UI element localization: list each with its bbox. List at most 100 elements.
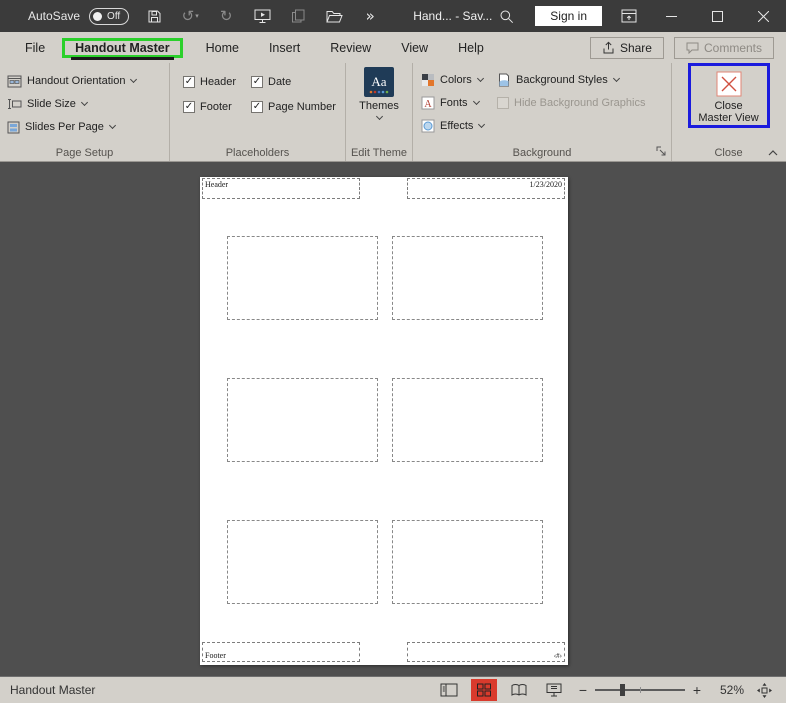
tab-help[interactable]: Help — [443, 36, 499, 60]
normal-view-icon — [440, 683, 458, 697]
save-icon[interactable] — [143, 4, 165, 28]
colors-button[interactable]: Colors — [421, 69, 484, 91]
tab-view[interactable]: View — [386, 36, 443, 60]
slide-size-icon — [7, 98, 22, 110]
zoom-slider[interactable] — [595, 683, 685, 697]
zoom-level[interactable]: 52% — [710, 683, 744, 697]
tab-handout-master[interactable]: Handout Master — [65, 38, 179, 60]
group-label-page-setup: Page Setup — [55, 147, 114, 159]
group-placeholders: ✓ Header ✓ Date ✓ Footer ✓ Page Number P… — [170, 63, 346, 161]
undo-icon[interactable]: ↺ ▾ — [179, 4, 201, 28]
sign-in-button[interactable]: Sign in — [535, 6, 602, 26]
open-folder-icon[interactable] — [323, 4, 345, 28]
share-icon — [602, 41, 615, 54]
search-icon[interactable] — [495, 4, 517, 28]
themes-icon: Aa — [364, 67, 394, 97]
slide-placeholder[interactable] — [392, 236, 543, 320]
footer-placeholder[interactable]: Footer — [202, 642, 360, 662]
group-page-setup: Handout Orientation Slide Size Slides Pe… — [0, 63, 170, 161]
slides-per-page-icon — [7, 121, 20, 134]
zoom-in-button[interactable]: + — [690, 682, 704, 698]
themes-label: Themes — [359, 100, 399, 112]
page-number-checkbox[interactable]: ✓ Page Number — [251, 101, 336, 113]
effects-label: Effects — [440, 120, 474, 132]
dropdown-caret-icon — [476, 74, 484, 83]
colors-label: Colors — [440, 74, 472, 86]
dropdown-caret-icon — [108, 121, 116, 130]
svg-text:A: A — [424, 99, 432, 110]
slide-sorter-view-button-highlighted[interactable] — [471, 679, 497, 701]
close-master-view-icon — [716, 71, 742, 97]
slide-placeholder[interactable] — [392, 520, 543, 604]
date-checkbox-label: Date — [268, 76, 292, 88]
slide-placeholder[interactable] — [227, 236, 378, 320]
page-number-placeholder[interactable]: ‹#› — [407, 642, 565, 662]
dropdown-caret-icon — [478, 120, 486, 129]
slide-placeholder[interactable] — [227, 378, 378, 462]
tab-home[interactable]: Home — [191, 36, 254, 60]
quick-access-overflow-icon[interactable]: » — [359, 4, 381, 28]
copy-icon[interactable] — [287, 4, 309, 28]
zoom-slider-center-tick — [640, 687, 641, 693]
undo-glyph: ↺ — [181, 7, 195, 25]
tab-insert[interactable]: Insert — [254, 36, 315, 60]
dropdown-caret-icon — [80, 98, 88, 107]
tab-file[interactable]: File — [10, 36, 60, 60]
header-checkbox[interactable]: ✓ Header — [183, 76, 251, 88]
slide-placeholder[interactable] — [227, 520, 378, 604]
normal-view-button[interactable] — [436, 679, 462, 701]
maximize-button[interactable] — [702, 1, 732, 31]
hide-background-graphics-checkbox: Hide Background Graphics — [497, 92, 645, 114]
slide-placeholder[interactable] — [392, 378, 543, 462]
undo-dropdown-caret-icon[interactable]: ▾ — [195, 12, 199, 20]
reading-view-button[interactable] — [506, 679, 532, 701]
close-master-view-button[interactable]: Close Master View — [693, 69, 765, 124]
slide-size-button[interactable]: Slide Size — [0, 93, 169, 115]
handout-orientation-button[interactable]: Handout Orientation — [0, 70, 169, 92]
dropdown-caret-icon — [612, 74, 620, 83]
redo-glyph: ↻ — [219, 7, 233, 25]
zoom-out-button[interactable]: − — [576, 682, 590, 698]
redo-icon[interactable]: ↻ — [215, 4, 237, 28]
slideshow-view-icon — [546, 683, 562, 697]
comment-icon — [686, 42, 699, 54]
slides-per-page-label: Slides Per Page — [25, 121, 104, 133]
effects-button[interactable]: Effects — [421, 115, 486, 137]
date-placeholder[interactable]: 1/23/2020 — [407, 178, 565, 199]
zoom-slider-thumb[interactable] — [620, 684, 626, 696]
footer-checkbox[interactable]: ✓ Footer — [183, 101, 251, 113]
minimize-button[interactable] — [656, 1, 686, 31]
slideshow-view-button[interactable] — [541, 679, 567, 701]
colors-icon — [421, 73, 435, 87]
checkbox-unchecked-icon — [497, 97, 509, 109]
fit-slide-to-window-icon[interactable] — [752, 679, 776, 701]
handout-master-page: Header 1/23/2020 Footer ‹#› — [200, 177, 568, 665]
slide-canvas: Header 1/23/2020 Footer ‹#› — [0, 163, 786, 676]
checkbox-checked-icon: ✓ — [183, 76, 195, 88]
share-button[interactable]: Share — [589, 36, 664, 59]
close-master-view-label-line1: Close — [714, 100, 743, 112]
group-label-placeholders: Placeholders — [225, 147, 290, 159]
dropdown-caret-icon — [472, 97, 480, 106]
date-checkbox[interactable]: ✓ Date — [251, 76, 291, 88]
autosave-toggle[interactable]: Off — [89, 7, 130, 25]
comments-button[interactable]: Comments — [673, 36, 774, 59]
start-slideshow-icon[interactable] — [251, 4, 273, 28]
tab-review[interactable]: Review — [315, 36, 386, 60]
themes-button[interactable]: Aa Themes — [350, 67, 408, 121]
ribbon-display-options-icon[interactable] — [618, 4, 640, 28]
svg-text:Aa: Aa — [371, 74, 386, 89]
fonts-button[interactable]: A Fonts — [421, 92, 484, 114]
slide-size-label: Slide Size — [27, 98, 76, 110]
ribbon-tab-row: File Handout Master Home Insert Review V… — [0, 32, 786, 63]
collapse-ribbon-icon[interactable] — [768, 149, 778, 157]
close-window-button[interactable] — [748, 1, 778, 31]
group-label-background: Background — [512, 147, 572, 159]
slides-per-page-button[interactable]: Slides Per Page — [0, 116, 169, 138]
tab-highlight-annotation: Handout Master — [62, 37, 183, 60]
autosave-state: Off — [107, 10, 121, 22]
background-styles-icon — [497, 73, 511, 87]
reading-view-icon — [510, 683, 528, 697]
background-styles-button[interactable]: Background Styles — [497, 69, 645, 91]
header-placeholder[interactable]: Header — [202, 178, 360, 199]
